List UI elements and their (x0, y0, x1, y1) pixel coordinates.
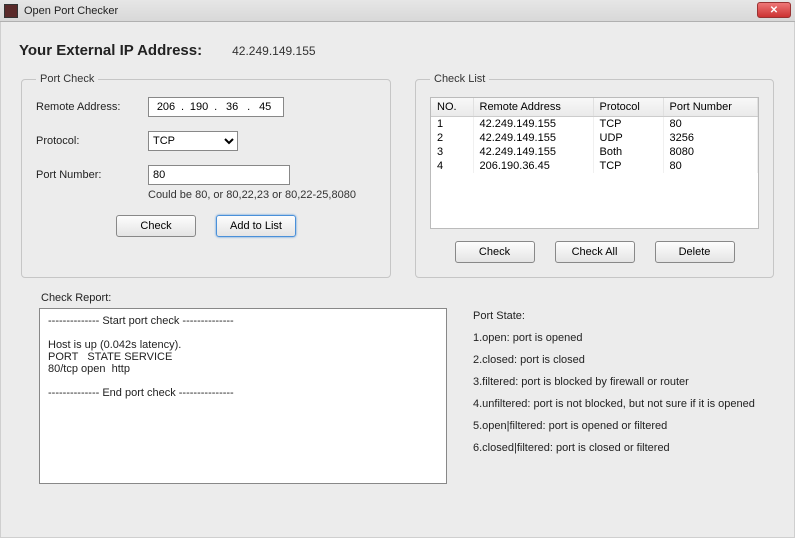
table-row[interactable]: 342.249.149.155Both8080 (431, 145, 758, 159)
state-line: 2.closed: port is closed (473, 354, 776, 366)
state-line: 1.open: port is opened (473, 332, 776, 344)
window-title: Open Port Checker (24, 5, 118, 17)
port-number-hint: Could be 80, or 80,22,23 or 80,22-25,808… (148, 189, 376, 201)
protocol-label: Protocol: (36, 135, 148, 147)
check-list-group: Check List NO. Remote Address Protocol P… (415, 73, 774, 278)
check-report-textarea[interactable] (39, 308, 447, 484)
port-number-input[interactable] (148, 165, 290, 185)
ip-octet-2[interactable] (186, 100, 212, 114)
external-ip-row: Your External IP Address: 42.249.149.155 (19, 42, 776, 59)
remote-address-input[interactable]: . . . (148, 97, 284, 117)
port-number-label: Port Number: (36, 169, 148, 181)
check-list-table: NO. Remote Address Protocol Port Number … (431, 98, 758, 173)
close-icon: ✕ (770, 5, 778, 16)
ip-octet-1[interactable] (153, 100, 179, 114)
remote-address-label: Remote Address: (36, 101, 148, 113)
content-panel: Your External IP Address: 42.249.149.155… (0, 22, 795, 538)
app-icon (4, 4, 18, 18)
protocol-select[interactable]: TCP (148, 131, 238, 151)
close-button[interactable]: ✕ (757, 2, 791, 18)
titlebar: Open Port Checker ✕ (0, 0, 795, 22)
external-ip-label: Your External IP Address: (19, 42, 202, 59)
col-proto[interactable]: Protocol (593, 98, 663, 117)
state-line: 6.closed|filtered: port is closed or fil… (473, 442, 776, 454)
checklist-check-button[interactable]: Check (455, 241, 535, 263)
check-list-legend: Check List (430, 73, 489, 85)
port-check-group: Port Check Remote Address: . . . Protoco… (21, 73, 391, 278)
ip-octet-4[interactable] (252, 100, 278, 114)
state-line: 5.open|filtered: port is opened or filte… (473, 420, 776, 432)
col-addr[interactable]: Remote Address (473, 98, 593, 117)
port-state-info: Port State: 1.open: port is opened 2.clo… (473, 308, 776, 484)
ip-octet-3[interactable] (219, 100, 245, 114)
col-port[interactable]: Port Number (663, 98, 758, 117)
state-line: 3.filtered: port is blocked by firewall … (473, 376, 776, 388)
col-no[interactable]: NO. (431, 98, 473, 117)
checklist-checkall-button[interactable]: Check All (555, 241, 635, 263)
external-ip-value: 42.249.149.155 (232, 44, 315, 58)
add-to-list-button[interactable]: Add to List (216, 215, 296, 237)
table-row[interactable]: 242.249.149.155UDP3256 (431, 131, 758, 145)
table-row[interactable]: 142.249.149.155TCP80 (431, 117, 758, 132)
check-report-label: Check Report: (41, 292, 776, 304)
state-line: 4.unfiltered: port is not blocked, but n… (473, 398, 776, 410)
port-state-label: Port State: (473, 310, 776, 322)
check-button[interactable]: Check (116, 215, 196, 237)
check-list-table-wrap[interactable]: NO. Remote Address Protocol Port Number … (430, 97, 759, 229)
checklist-delete-button[interactable]: Delete (655, 241, 735, 263)
port-check-legend: Port Check (36, 73, 98, 85)
table-row[interactable]: 4206.190.36.45TCP80 (431, 159, 758, 173)
